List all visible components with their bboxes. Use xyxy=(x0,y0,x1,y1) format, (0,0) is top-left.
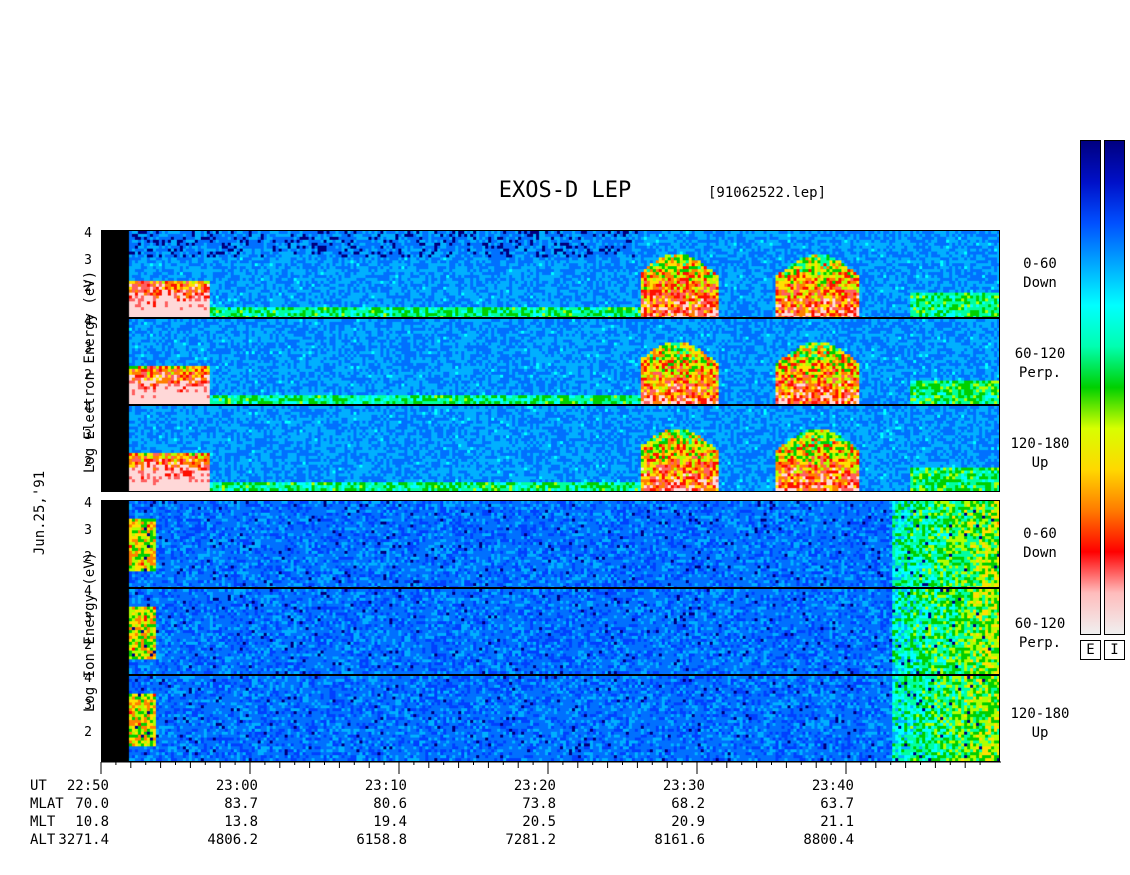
x-value: 23:30 xyxy=(662,778,705,794)
x-value: 19.4 xyxy=(373,814,407,830)
x-value: 8800.4 xyxy=(803,832,854,848)
x-value: 10.8 xyxy=(75,814,109,830)
x-value: 83.7 xyxy=(224,796,258,812)
panel-label-electron-down: 0-60 Down xyxy=(1023,256,1057,291)
y-tick-label: 3 xyxy=(84,523,92,538)
y-tick-label: 2 xyxy=(84,638,92,653)
x-axis-ticks xyxy=(100,761,1001,774)
y-tick-label: 2 xyxy=(84,455,92,470)
panel-electron-down xyxy=(101,230,1000,318)
y-tick-label: 2 xyxy=(84,550,92,565)
panel-ion-perp xyxy=(101,588,1000,675)
y-tick-label: 2 xyxy=(84,725,92,740)
y-tick-label: 4 xyxy=(84,401,92,416)
y-tick-label: 4 xyxy=(84,314,92,329)
x-row-name-ut: UT xyxy=(30,778,47,794)
x-value: 3271.4 xyxy=(58,832,109,848)
y-tick-label: 4 xyxy=(84,226,92,241)
x-value: 6158.8 xyxy=(356,832,407,848)
x-value: 4806.2 xyxy=(207,832,258,848)
x-value: 20.9 xyxy=(671,814,705,830)
chart-title: EXOS-D LEP xyxy=(498,178,632,203)
x-value: 73.8 xyxy=(522,796,556,812)
panel-ion-up xyxy=(101,675,1000,762)
x-value: 70.0 xyxy=(75,796,109,812)
panel-ion-down xyxy=(101,500,1000,588)
file-name: [91062522.lep] xyxy=(708,185,827,201)
x-value: 23:10 xyxy=(364,778,407,794)
y-tick-label: 2 xyxy=(84,368,92,383)
x-value: 23:40 xyxy=(811,778,854,794)
panel-electron-perp xyxy=(101,318,1000,405)
x-value: 22:50 xyxy=(66,778,109,794)
x-value: 7281.2 xyxy=(505,832,556,848)
x-value: 68.2 xyxy=(671,796,705,812)
x-value: 80.6 xyxy=(373,796,407,812)
x-value: 63.7 xyxy=(820,796,854,812)
x-value: 8161.6 xyxy=(654,832,705,848)
panel-label-electron-perp: 60-120 Perp. xyxy=(1014,346,1066,381)
panel-label-ion-perp: 60-120 Perp. xyxy=(1014,616,1066,651)
colorbar-e-label: E xyxy=(1080,640,1101,660)
panel-label-ion-down: 0-60 Down xyxy=(1023,526,1057,561)
x-value: 23:20 xyxy=(513,778,556,794)
x-value: 23:00 xyxy=(215,778,258,794)
colorbar-i-label: I xyxy=(1104,640,1125,660)
y-tick-label: 3 xyxy=(84,428,92,443)
y-tick-label: 4 xyxy=(84,584,92,599)
x-value: 20.5 xyxy=(522,814,556,830)
date-label: Jun.25,'91 xyxy=(32,470,48,556)
y-tick-label: 3 xyxy=(84,611,92,626)
panel-electron-up xyxy=(101,405,1000,492)
panel-label-electron-up: 120-180 Up xyxy=(1010,436,1070,471)
panel-label-ion-up: 120-180 Up xyxy=(1010,706,1070,741)
y-tick-label: 3 xyxy=(84,341,92,356)
ion-axis-label: Log Ion Energy (eV) xyxy=(82,551,98,713)
colorbar-i xyxy=(1104,140,1125,635)
x-value: 21.1 xyxy=(820,814,854,830)
y-tick-label: 4 xyxy=(84,671,92,686)
y-tick-label: 4 xyxy=(84,496,92,511)
y-tick-label: 3 xyxy=(84,253,92,268)
x-value: 13.8 xyxy=(224,814,258,830)
y-tick-label: 2 xyxy=(84,280,92,295)
colorbar-e xyxy=(1080,140,1101,635)
y-tick-label: 3 xyxy=(84,698,92,713)
